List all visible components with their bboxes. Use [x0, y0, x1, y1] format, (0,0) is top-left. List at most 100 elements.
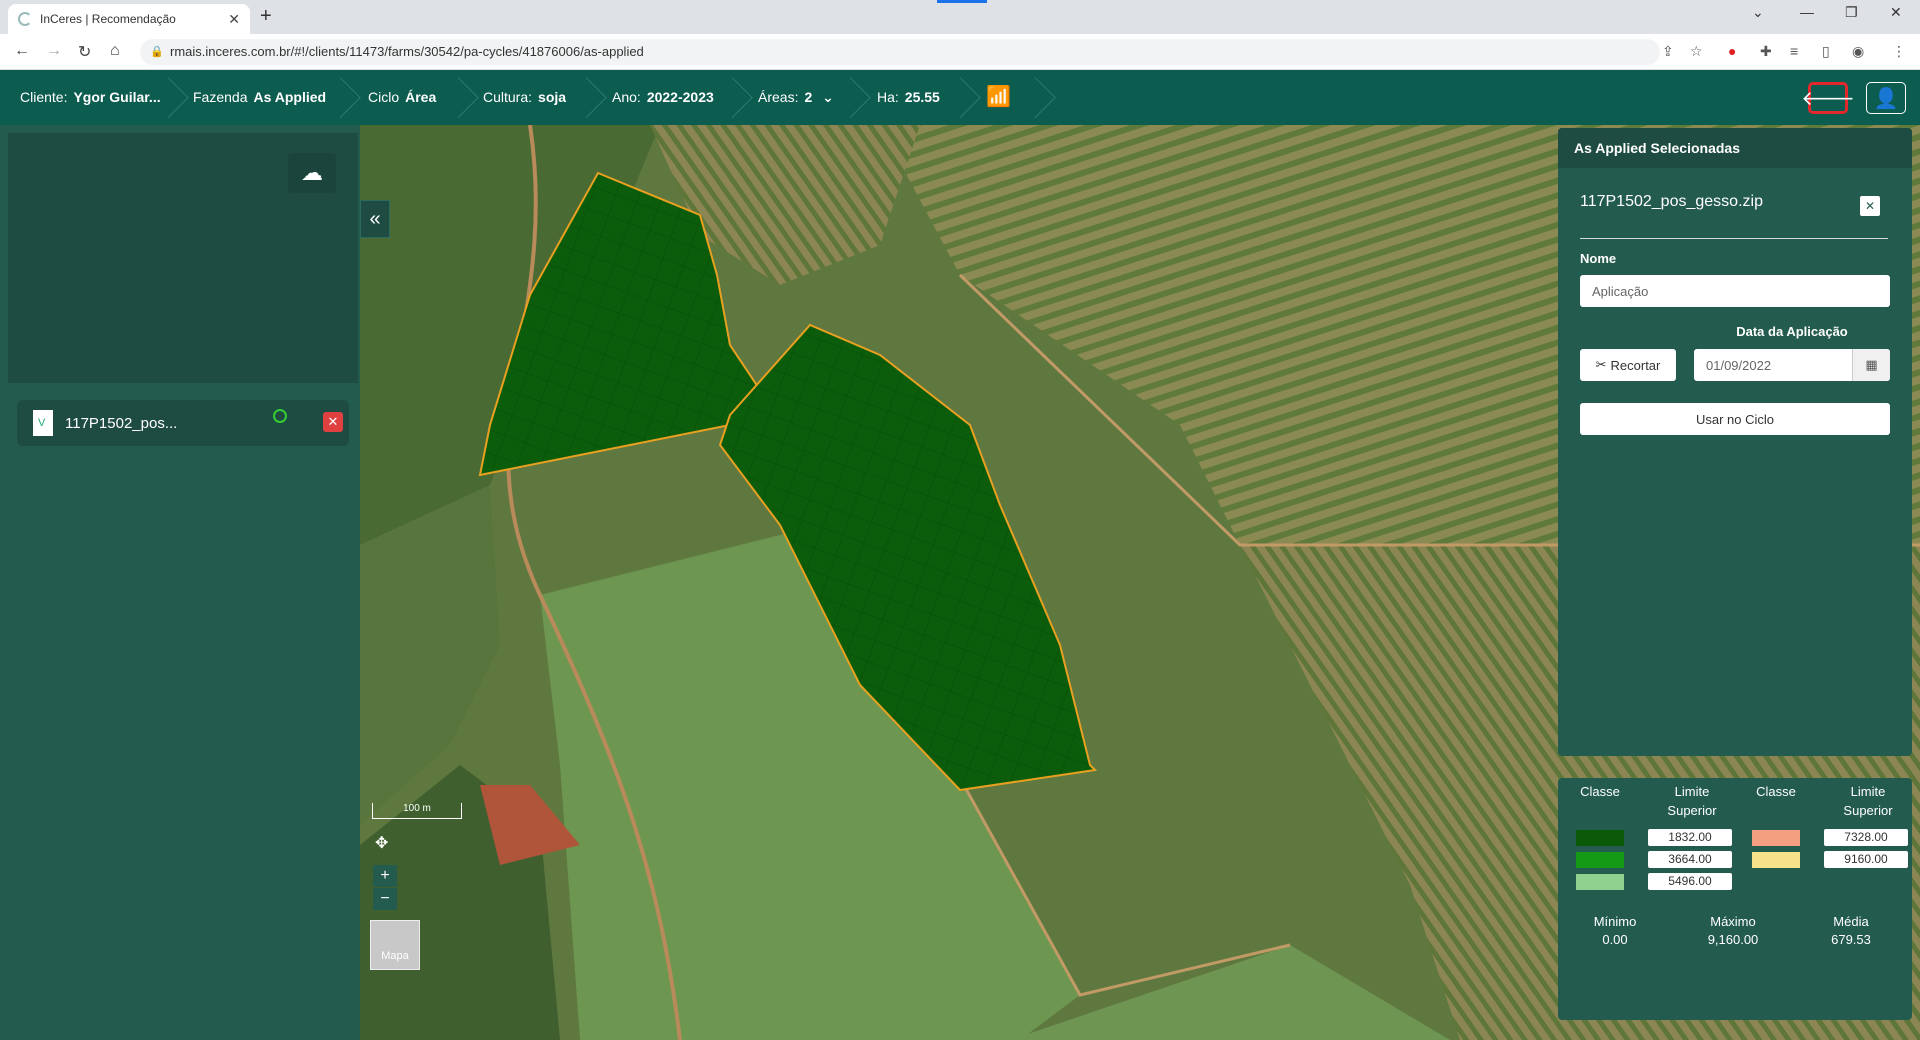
breadcrumb-cliente[interactable]: Cliente: Ygor Guilar... [20, 70, 161, 125]
side-panel-icon[interactable]: ▯ [1822, 43, 1830, 60]
data-aplicacao-input[interactable]: 01/09/2022 ▦ [1694, 349, 1890, 381]
class-limit-2: 3664.00 [1648, 851, 1732, 868]
tab-title: InCeres | Recomendação [40, 12, 176, 26]
panel-title: As Applied Selecionadas [1558, 128, 1912, 168]
divider [1580, 238, 1888, 239]
as-applied-panel: As Applied Selecionadas 117P1502_pos_ges… [1558, 128, 1912, 756]
zoom-in-button[interactable]: + [373, 865, 397, 887]
class-swatch-4 [1752, 830, 1800, 846]
areas-value: 2 [804, 89, 813, 105]
cultura-label: Cultura: [483, 89, 533, 105]
minimo-label: Mínimo [1593, 914, 1637, 929]
data-aplicacao-value: 01/09/2022 [1706, 357, 1772, 373]
lock-icon: 🔒 [150, 46, 164, 58]
menu-icon[interactable]: ⋮ [1892, 43, 1906, 60]
selected-file-name: 117P1502_pos_gesso.zip [1580, 193, 1763, 210]
delete-file-button[interactable]: ✕ [323, 412, 343, 432]
ano-label: Ano: [612, 89, 641, 105]
cloud-upload-icon[interactable]: ☁ [288, 153, 336, 193]
back-nav-icon[interactable]: ← [14, 42, 30, 60]
browser-tab[interactable]: InCeres | Recomendação ✕ [8, 4, 250, 34]
extensions-icon[interactable]: ✚ [1760, 43, 1772, 60]
limite-header-line2: Superior [1843, 803, 1893, 818]
limite-header-line2: Superior [1667, 803, 1717, 818]
cultura-value: soja [538, 89, 567, 105]
usar-no-ciclo-button[interactable]: Usar no Ciclo [1580, 403, 1890, 435]
zoom-out-button[interactable]: − [373, 888, 397, 910]
breadcrumb-separator [722, 70, 738, 125]
fazenda-value: As Applied [253, 89, 327, 105]
app-header: Cliente: Ygor Guilar... Fazenda As Applied… [0, 70, 1920, 125]
close-window-icon[interactable]: ✕ [1890, 4, 1902, 21]
collapse-panel-button[interactable]: « [360, 200, 390, 238]
minimize-icon[interactable]: — [1800, 4, 1814, 20]
browser-toolbar: ← → ↻ ⌂ 🔒 rmais.inceres.com.br/#!/client… [0, 34, 1920, 70]
home-icon[interactable]: ⌂ [110, 42, 120, 60]
breadcrumb-fazenda[interactable]: Fazenda As Applied [193, 70, 326, 125]
media-value: 679.53 [1831, 932, 1871, 947]
class-swatch-1 [1576, 830, 1624, 846]
nome-input[interactable]: Aplicação [1580, 275, 1890, 307]
breadcrumb-separator [448, 70, 464, 125]
file-list-item[interactable]: 117P1502_pos... ✕ [17, 400, 349, 446]
maximo-label: Máximo [1710, 914, 1756, 929]
restore-icon[interactable]: ❐ [1845, 4, 1858, 21]
class-swatch-3 [1576, 874, 1624, 890]
map-scale-bar: 100 m [372, 803, 462, 819]
class-limit-1: 1832.00 [1648, 829, 1732, 846]
tab-indicator [937, 0, 987, 3]
profile-avatar-icon[interactable]: ◉ [1852, 43, 1864, 60]
reading-list-icon[interactable]: ≡ [1790, 43, 1798, 59]
ha-label: Ha: [877, 89, 899, 105]
opera-icon[interactable]: ● [1728, 43, 1736, 59]
maximo-value: 9,160.00 [1707, 932, 1759, 947]
limite-header-2: Limite Superior [1826, 782, 1910, 820]
class-limit-3: 5496.00 [1648, 873, 1732, 890]
left-panel: ☁ 117P1502_pos... ✕ [0, 125, 360, 1040]
wifi-icon: 📶 [986, 86, 1011, 108]
forward-nav-icon[interactable]: → [46, 42, 62, 60]
ciclo-value: Área [405, 89, 437, 105]
breadcrumb-separator [330, 70, 346, 125]
ano-value: 2022-2023 [646, 89, 714, 105]
map-type-toggle[interactable]: Mapa [370, 920, 420, 970]
ha-value: 25.55 [904, 89, 940, 105]
breadcrumb-ha: Ha: 25.55 [877, 70, 940, 125]
tab-search-icon[interactable]: ⌄ [1752, 4, 1764, 21]
breadcrumb-areas[interactable]: Áreas: 2 ⌄ [758, 70, 834, 125]
share-icon[interactable]: ⇪ [1662, 43, 1674, 60]
upload-area: ☁ [8, 133, 358, 383]
address-bar[interactable]: 🔒 rmais.inceres.com.br/#!/clients/11473/… [140, 39, 1660, 65]
user-profile-button[interactable]: 👤 [1866, 82, 1906, 114]
check-circle-icon [273, 409, 287, 423]
limite-header: Limite Superior [1648, 782, 1736, 820]
media-label: Média [1833, 914, 1869, 929]
breadcrumb-separator [950, 70, 966, 125]
file-name: 117P1502_pos... [65, 414, 178, 432]
class-swatch-5 [1752, 852, 1800, 868]
back-button[interactable]: 🡐 [1801, 82, 1855, 114]
browser-tab-bar: InCeres | Recomendação ✕ + ⌄ — ❐ ✕ [0, 0, 1920, 34]
pan-move-icon[interactable]: ✥ [375, 833, 388, 853]
breadcrumb-separator [840, 70, 856, 125]
breadcrumb-ano[interactable]: Ano: 2022-2023 [612, 70, 714, 125]
close-tab-icon[interactable]: ✕ [228, 11, 240, 28]
fazenda-label: Fazenda [193, 89, 248, 105]
classe-header-2: Classe [1756, 784, 1796, 799]
file-icon [33, 410, 53, 436]
url-text: rmais.inceres.com.br/#!/clients/11473/fa… [170, 44, 644, 59]
calendar-icon[interactable]: ▦ [1852, 349, 1890, 381]
recortar-button[interactable]: ✂ Recortar [1580, 349, 1676, 381]
breadcrumb-ciclo[interactable]: Ciclo Área [368, 70, 436, 125]
breadcrumb-separator [1025, 70, 1041, 125]
new-tab-icon[interactable]: + [260, 5, 272, 28]
cliente-label: Cliente: [20, 89, 68, 105]
ciclo-label: Ciclo [368, 89, 400, 105]
limite-header-line1: Limite [1674, 784, 1710, 799]
inceres-favicon-icon [18, 12, 32, 26]
reload-icon[interactable]: ↻ [78, 42, 91, 62]
breadcrumb-cultura[interactable]: Cultura: soja [483, 70, 566, 125]
remove-file-button[interactable]: ✕ [1860, 196, 1880, 216]
limite-header-line1: Limite [1850, 784, 1886, 799]
bookmark-star-icon[interactable]: ☆ [1690, 43, 1703, 60]
